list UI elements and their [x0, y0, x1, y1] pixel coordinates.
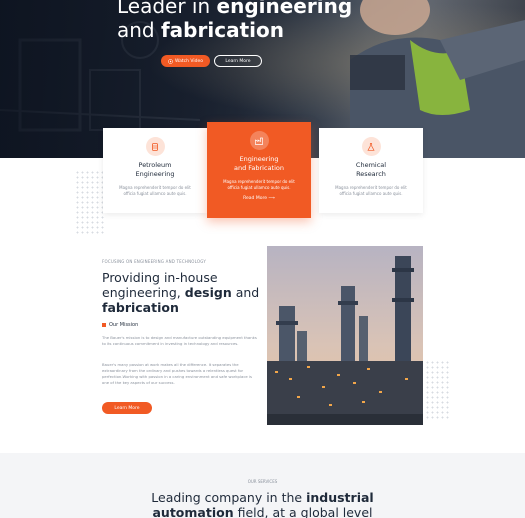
refinery-image — [267, 246, 423, 425]
card-text: Magna reprehenderit tempor do elit offic… — [119, 185, 191, 196]
flask-icon — [361, 137, 381, 156]
service-card-chemical[interactable]: Chemical Research Magna reprehenderit tem… — [319, 128, 423, 213]
card-title: Petroleum Engineering — [135, 161, 175, 178]
about-eyebrow: FOCUSING ON ENGINEERING AND TECHNOLOGY — [102, 259, 207, 264]
service-card-petroleum[interactable]: Petroleum Engineering Magna reprehenderit… — [103, 128, 207, 213]
mission-paragraph-1: The Bauer's mission is to design and man… — [102, 335, 257, 346]
services-title: Leading company in the industrial automa… — [151, 490, 374, 518]
square-bullet-icon — [102, 323, 106, 327]
read-more-link[interactable]: Read More ⟶ — [207, 196, 311, 201]
watch-video-button[interactable]: Watch Video — [161, 55, 210, 67]
card-text: Magna reprehenderit tempor do elit offic… — [335, 185, 407, 196]
decorative-dots-left — [75, 170, 105, 235]
mission-heading: Our Mission — [102, 322, 138, 328]
arrow-right-icon: ⟶ — [268, 196, 275, 201]
hero-title: Leader in engineering and fabrication — [117, 0, 353, 42]
oil-barrel-icon — [145, 137, 165, 156]
about-title: Providing in-house engineering, design a… — [102, 270, 260, 315]
card-title: Chemical Research — [355, 161, 387, 178]
about-learn-more-button[interactable]: Learn More — [102, 402, 152, 414]
service-card-engineering[interactable]: Engineering and Fabrication Magna reprehe… — [207, 122, 311, 218]
mission-paragraph-2: Bauer's many passion at work makes all t… — [102, 362, 253, 385]
card-text: Magna reprehenderit tempor do elit offic… — [223, 179, 295, 190]
card-title: Engineering and Fabrication — [233, 155, 285, 172]
services-eyebrow: OUR SERVICES — [247, 479, 278, 484]
factory-icon — [249, 131, 269, 150]
decorative-dots-right — [425, 360, 450, 420]
hero-learn-more-button[interactable]: Learn More — [214, 55, 262, 67]
play-icon — [168, 58, 173, 64]
